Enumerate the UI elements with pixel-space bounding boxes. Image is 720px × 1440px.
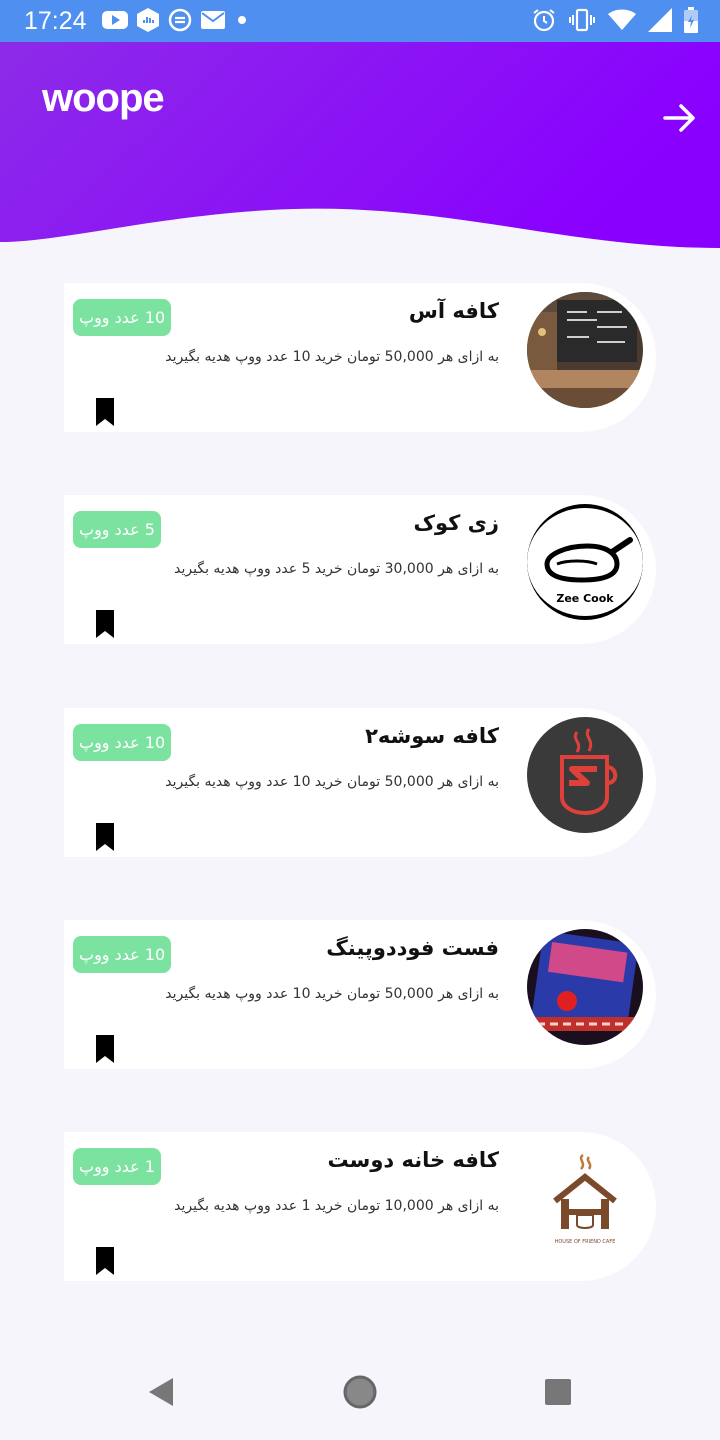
store-title: کافه آس <box>408 299 499 323</box>
zee-cook-logo: Zee Cook <box>527 504 643 620</box>
store-card[interactable]: کافه سوشه۲ به ازای هر 50,000 تومان خرید … <box>64 708 656 857</box>
alarm-icon <box>533 9 555 32</box>
home-circle-icon[interactable] <box>342 1374 378 1410</box>
woope-badge: 1 عدد ووپ <box>73 1148 161 1185</box>
store-title: کافه خانه دوست <box>327 1148 499 1172</box>
woope-badge: 10 عدد ووپ <box>73 299 172 336</box>
bookmark-icon[interactable] <box>96 823 114 851</box>
woope-logo: woope <box>42 76 165 120</box>
neon-sign-photo <box>527 929 643 1045</box>
dot-icon <box>238 16 246 24</box>
status-bar: 17:24 <box>0 0 720 42</box>
wifi-icon <box>608 9 636 30</box>
bookmark-icon[interactable] <box>96 610 114 638</box>
back-triangle-icon[interactable] <box>145 1374 175 1410</box>
store-description: به ازای هر 50,000 تومان خرید 10 عدد ووپ … <box>165 349 499 365</box>
store-description: به ازای هر 30,000 تومان خرید 5 عدد ووپ ه… <box>174 561 499 577</box>
bookmark-icon[interactable] <box>96 1035 114 1063</box>
store-title: کافه سوشه۲ <box>365 724 499 748</box>
cafe-soosheh-sign <box>527 717 643 833</box>
bookmark-icon[interactable] <box>96 398 114 426</box>
store-card[interactable]: HOUSE OF FRIEND CAFE کافه خانه دوست به ا… <box>64 1132 656 1281</box>
status-time: 17:24 <box>24 7 87 35</box>
bookmark-icon[interactable] <box>96 1247 114 1275</box>
mail-icon <box>201 11 225 29</box>
header-background <box>0 42 720 248</box>
store-description: به ازای هر 10,000 تومان خرید 1 عدد ووپ ه… <box>174 1198 499 1214</box>
arrow-right-icon[interactable] <box>662 100 698 136</box>
store-card[interactable]: Zee Cook زی کوک به ازای هر 30,000 تومان … <box>64 495 656 644</box>
cafe-interior-photo <box>527 292 643 408</box>
battery-icon <box>684 7 698 33</box>
store-description: به ازای هر 50,000 تومان خرید 10 عدد ووپ … <box>165 986 499 1002</box>
youtube-icon <box>102 11 128 29</box>
vibrate-icon <box>569 8 595 32</box>
zee-cook-text: Zee Cook <box>556 592 614 605</box>
recents-square-icon[interactable] <box>544 1378 572 1406</box>
sync-icon <box>168 8 192 32</box>
store-card[interactable]: فست فوددوپینگ به ازای هر 50,000 تومان خر… <box>64 920 656 1069</box>
header: woope <box>0 42 720 257</box>
status-left-icons <box>102 8 250 32</box>
navigation-bar <box>0 1344 720 1440</box>
woope-badge: 5 عدد ووپ <box>73 511 161 548</box>
store-title: فست فوددوپینگ <box>326 936 499 960</box>
woope-badge: 10 عدد ووپ <box>73 724 172 761</box>
house-of-friend-text: HOUSE OF FRIEND CAFE <box>555 1239 616 1245</box>
woope-badge: 10 عدد ووپ <box>73 936 172 973</box>
shield-icon <box>137 8 159 32</box>
house-of-friend-logo: HOUSE OF FRIEND CAFE <box>527 1141 643 1257</box>
signal-icon <box>648 8 672 32</box>
store-title: زی کوک <box>413 511 499 535</box>
status-right-icons <box>532 7 698 33</box>
store-card[interactable]: کافه آس به ازای هر 50,000 تومان خرید 10 … <box>64 283 656 432</box>
store-description: به ازای هر 50,000 تومان خرید 10 عدد ووپ … <box>165 774 499 790</box>
